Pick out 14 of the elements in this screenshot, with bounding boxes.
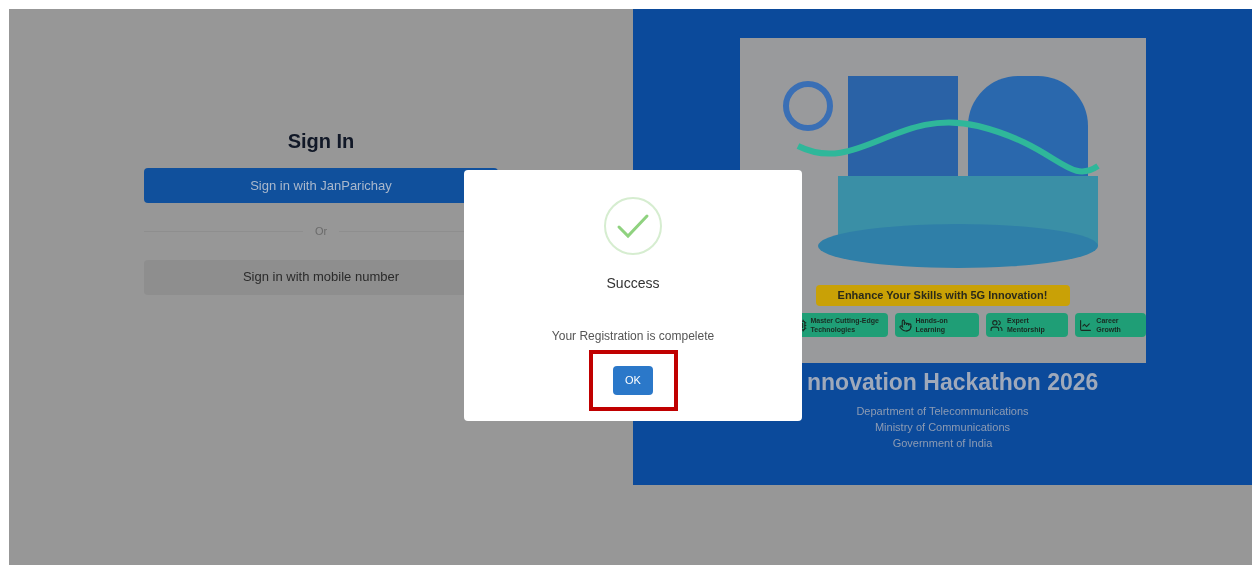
promo-banner: Enhance Your Skills with 5G Innovation!: [815, 285, 1070, 306]
dialog-title: Success: [606, 274, 660, 293]
hackathon-heading: nnovation Hackathon 2026: [807, 368, 1100, 397]
dialog-message: Your Registration is compelete: [551, 328, 715, 345]
organization-line: Ministry of Communications: [874, 419, 1011, 435]
organization-line: Department of Telecommunications: [856, 403, 1029, 419]
hand-pointer-icon: [898, 318, 912, 332]
ok-button[interactable]: OK: [613, 366, 653, 395]
organization-line: Government of India: [892, 435, 993, 451]
line-chart-icon: [1079, 318, 1093, 332]
janparichay-sign-in-button[interactable]: Sign in with JanParichay: [144, 168, 498, 203]
success-check-icon: [603, 196, 663, 256]
sign-in-title: Sign In: [287, 129, 355, 154]
people-icon: [990, 318, 1003, 332]
